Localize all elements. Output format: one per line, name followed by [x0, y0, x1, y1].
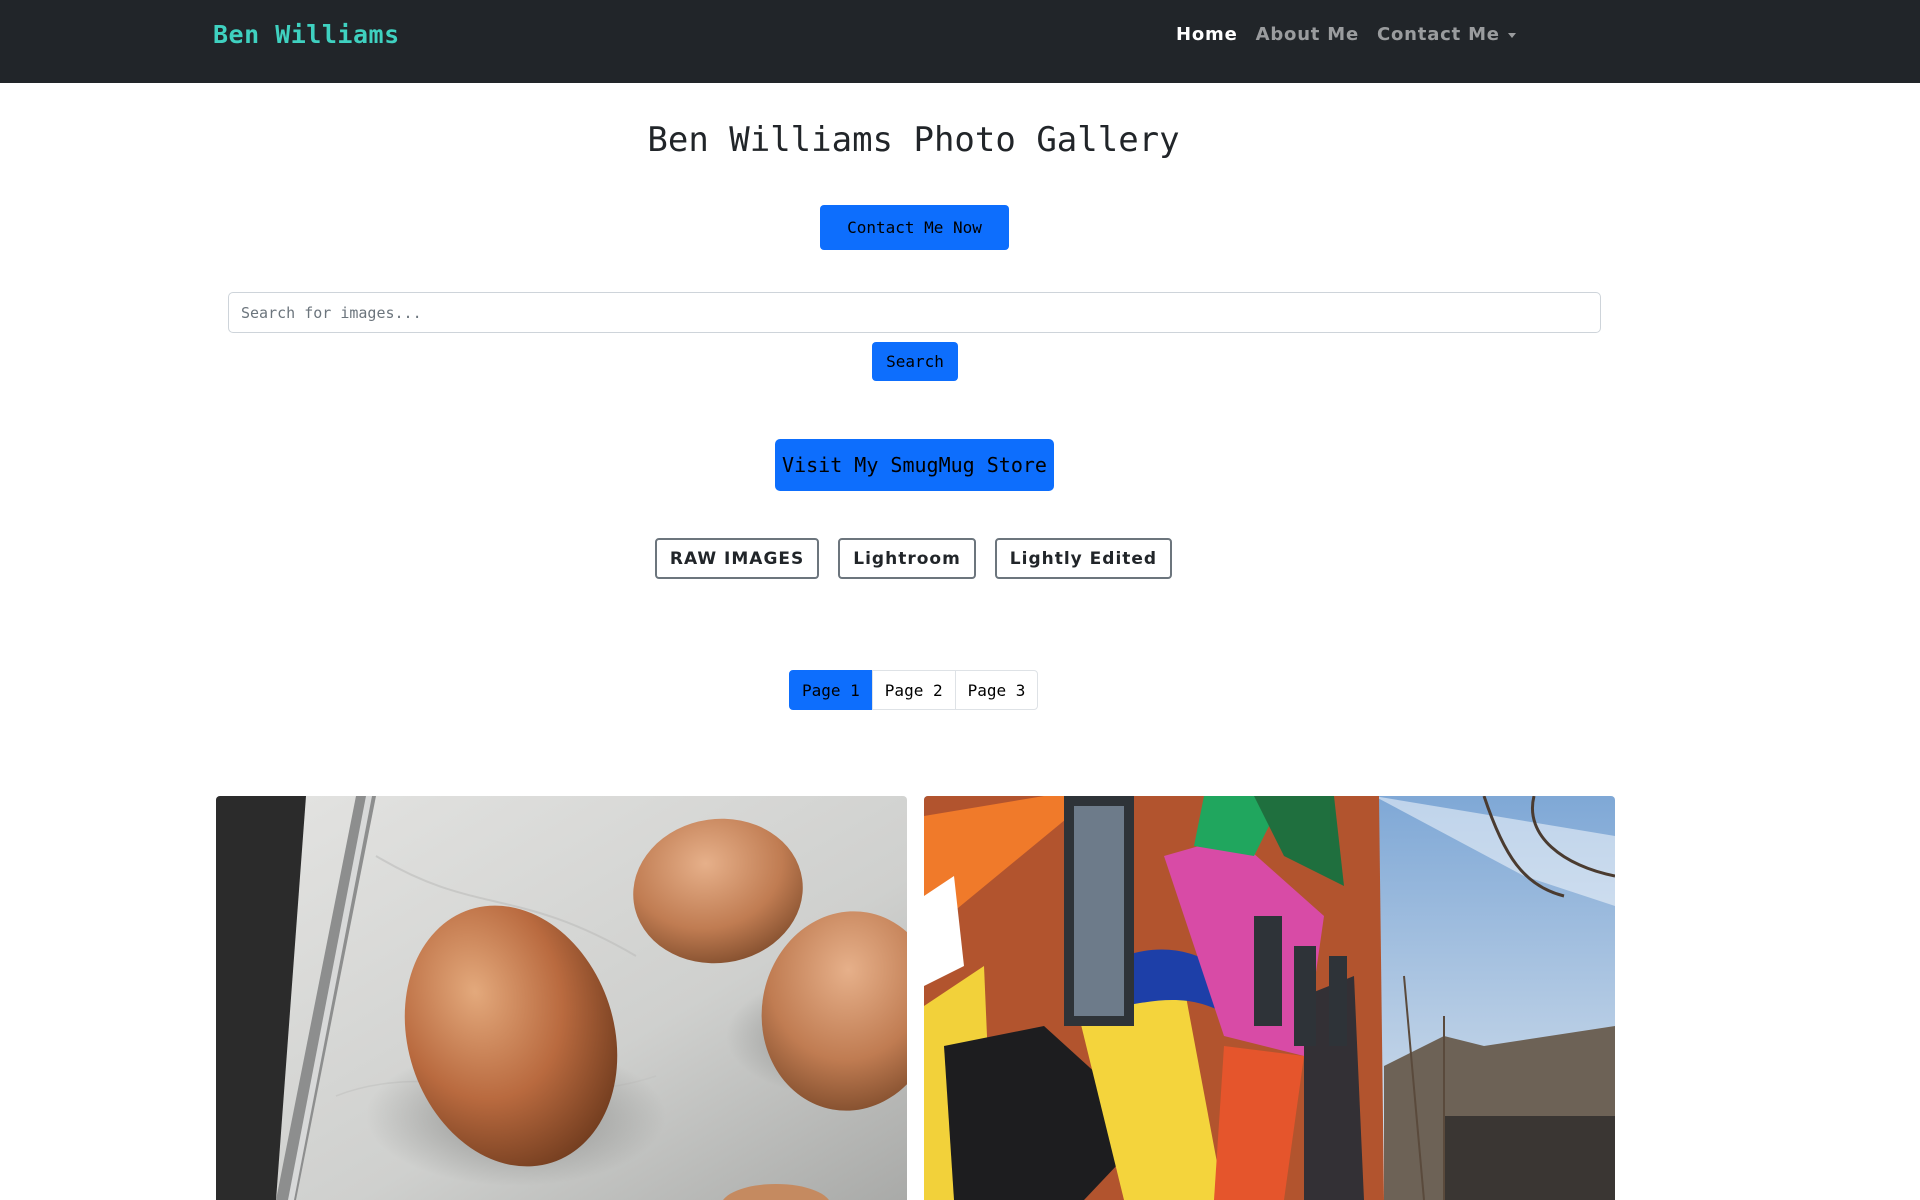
search-button[interactable]: Search [872, 342, 958, 381]
mural-photo-image [924, 796, 1615, 1200]
contact-me-button[interactable]: Contact Me Now [820, 205, 1009, 250]
nav-home-link[interactable]: Home [1176, 24, 1238, 45]
filter-lightroom-button[interactable]: Lightroom [838, 538, 976, 579]
chevron-down-icon [1507, 32, 1516, 38]
filter-buttons: RAW IMAGES Lightroom Lightly Edited [0, 538, 1827, 579]
nav-contact-dropdown[interactable]: Contact Me [1377, 24, 1516, 45]
page-3-link[interactable]: Page 3 [954, 670, 1039, 710]
nav-contact-label: Contact Me [1377, 24, 1500, 45]
eggs-photo[interactable] [216, 796, 907, 1200]
page-2-link[interactable]: Page 2 [871, 670, 956, 710]
nav-links: Home About Me Contact Me [1176, 24, 1516, 45]
navbar: Ben Williams Home About Me Contact Me [0, 0, 1920, 83]
mural-photo[interactable] [924, 796, 1615, 1200]
brand-link[interactable]: Ben Williams [213, 20, 400, 49]
smugmug-store-button[interactable]: Visit My SmugMug Store [775, 439, 1054, 491]
page-1-link[interactable]: Page 1 [789, 670, 873, 710]
eggs-photo-image [216, 796, 907, 1200]
pagination: Page 1 Page 2 Page 3 [789, 670, 1039, 710]
filter-raw-images-button[interactable]: RAW IMAGES [654, 538, 820, 579]
filter-lightly-edited-button[interactable]: Lightly Edited [994, 538, 1173, 579]
search-input[interactable] [228, 292, 1601, 333]
nav-about-link[interactable]: About Me [1256, 24, 1359, 45]
page-title: Ben Williams Photo Gallery [647, 120, 1180, 160]
